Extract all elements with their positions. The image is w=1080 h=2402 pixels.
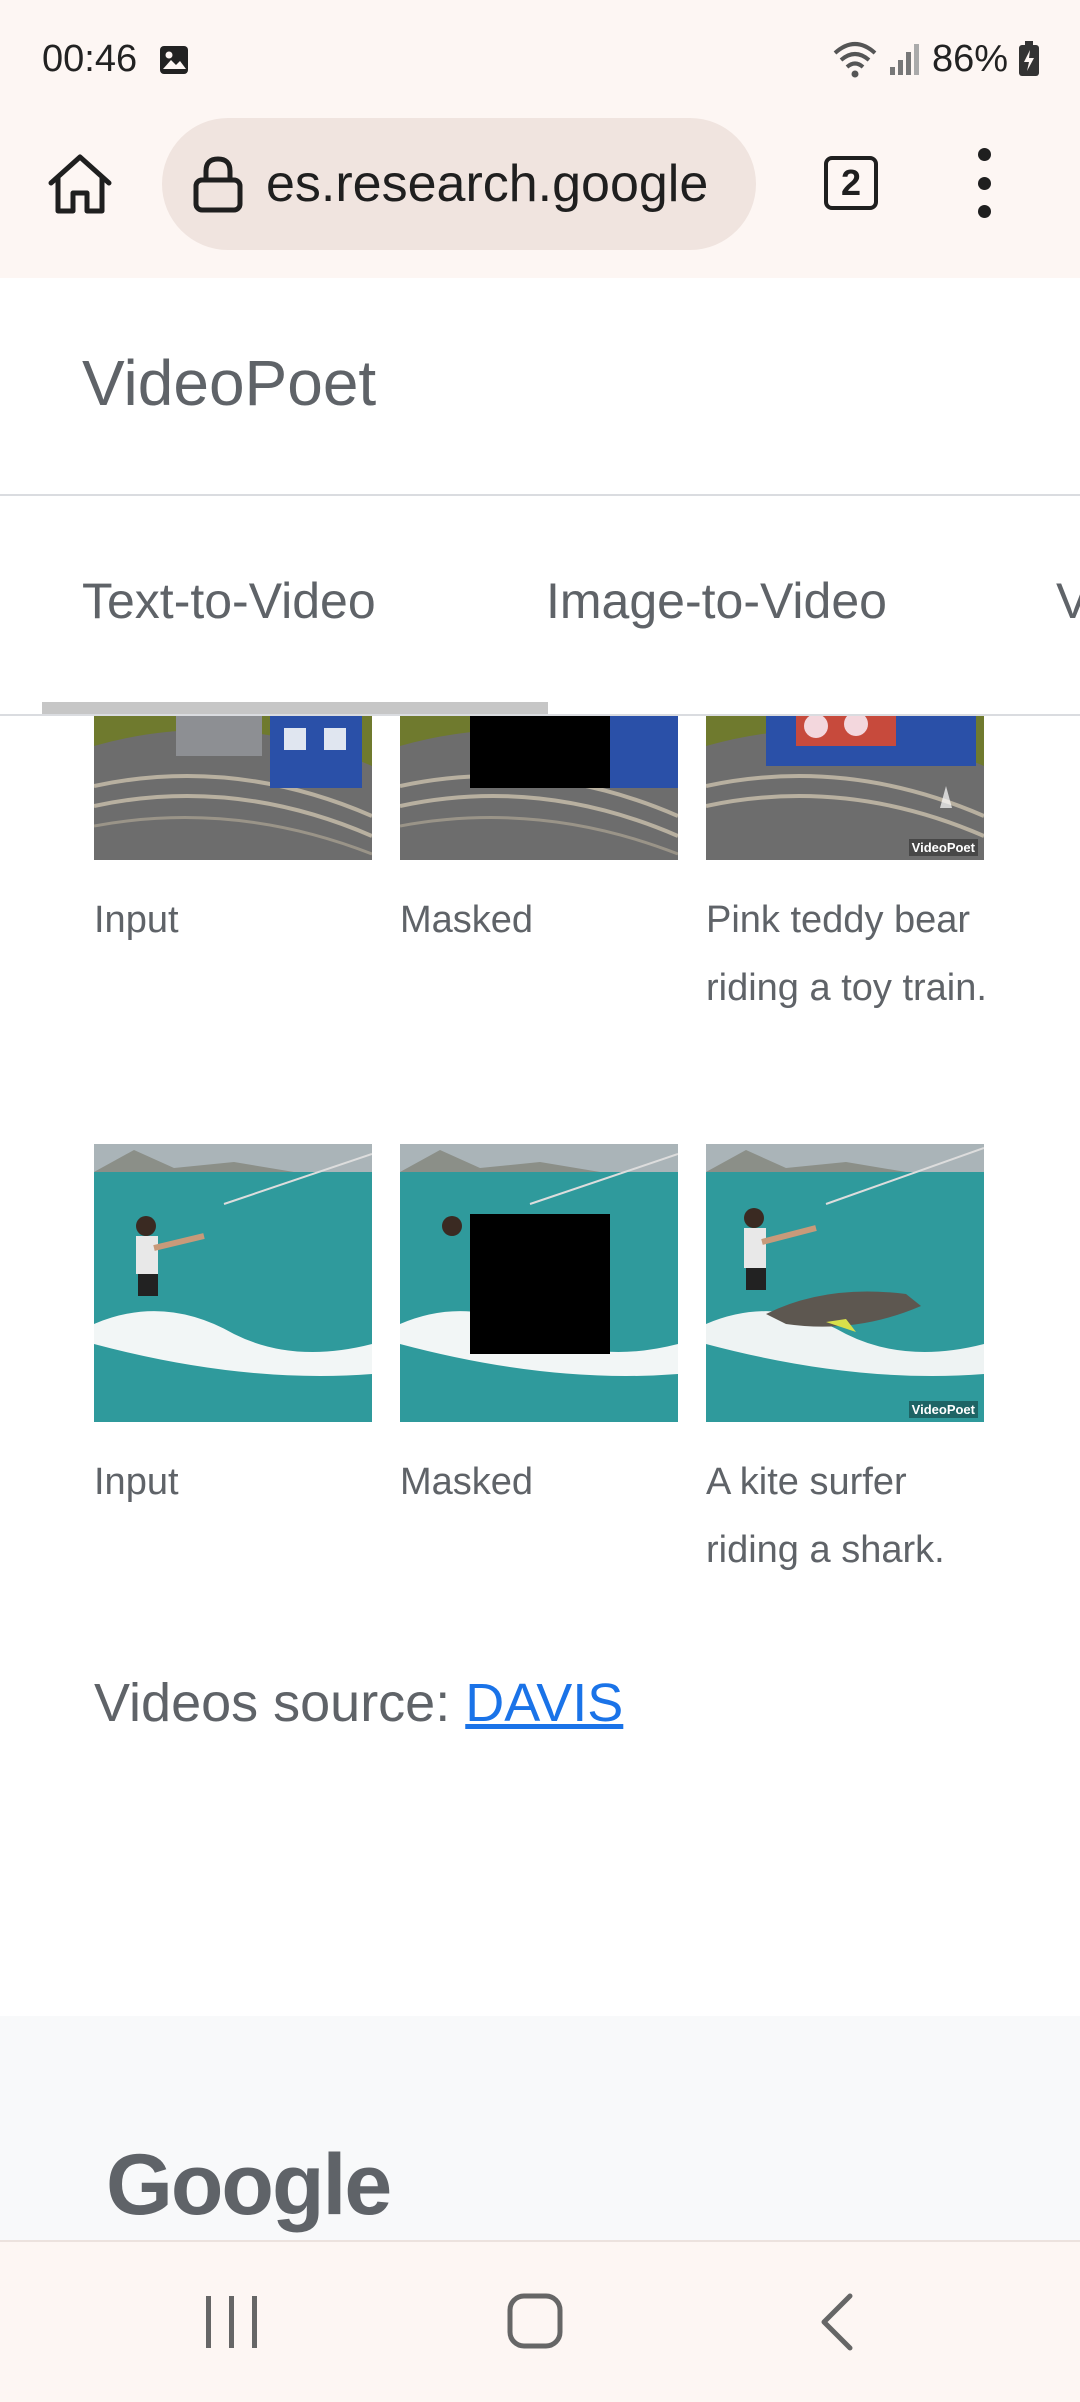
status-icons: 86% xyxy=(832,36,1040,82)
tab-switcher-button[interactable]: 2 xyxy=(818,150,884,216)
video-thumbnail-output-kitesurf-shark[interactable]: VideoPoet xyxy=(706,1144,984,1422)
videopoet-watermark: VideoPoet xyxy=(908,1401,978,1418)
tab-video-partial[interactable]: V xyxy=(1056,572,1080,630)
video-thumbnail-input-kitesurf[interactable] xyxy=(94,1144,372,1422)
caption-prompt: A kite surfer riding a shark. xyxy=(706,1461,945,1571)
video-thumbnail-masked-kitesurf[interactable] xyxy=(400,1144,678,1422)
video-thumbnail-input-train[interactable] xyxy=(94,716,372,860)
davis-link[interactable]: DAVIS xyxy=(465,1673,623,1733)
videos-source: Videos source: DAVIS xyxy=(94,1672,623,1734)
tab-image-to-video[interactable]: Image-to-Video xyxy=(546,572,887,630)
lock-icon[interactable] xyxy=(188,154,248,214)
signal-icon xyxy=(889,44,919,75)
video-thumbnail-masked-train[interactable] xyxy=(400,716,678,860)
battery-charging-icon xyxy=(1019,41,1039,76)
source-label: Videos source: xyxy=(94,1673,451,1733)
system-navigation-bar xyxy=(0,2240,1080,2402)
menu-dot xyxy=(977,205,991,218)
overflow-menu-button[interactable] xyxy=(956,148,1012,218)
site-title[interactable]: VideoPoet xyxy=(82,346,376,420)
url-text[interactable]: es.research.google xyxy=(266,154,708,214)
address-bar[interactable]: es.research.google xyxy=(162,118,756,250)
wifi-icon xyxy=(833,42,877,78)
caption-input: Input xyxy=(94,1461,179,1503)
tab-text-to-video[interactable]: Text-to-Video xyxy=(82,572,376,630)
menu-dot xyxy=(977,148,991,161)
menu-dot xyxy=(977,176,991,190)
home-button[interactable] xyxy=(42,146,118,222)
browser-toolbar: es.research.google 2 xyxy=(0,118,1080,278)
caption-masked: Masked xyxy=(400,899,534,941)
google-logo[interactable]: Google xyxy=(106,2136,392,2235)
videopoet-watermark: VideoPoet xyxy=(908,839,978,856)
page-footer: Google xyxy=(0,2016,1080,2240)
recent-apps-button[interactable] xyxy=(200,2292,264,2352)
caption-prompt: Pink teddy bear riding a toy train. xyxy=(706,899,987,1009)
tab-count: 2 xyxy=(824,156,878,210)
section-tabs: Text-to-Video Image-to-Video V xyxy=(0,496,1080,716)
caption-masked: Masked xyxy=(400,1461,534,1503)
site-header: VideoPoet xyxy=(0,278,1080,496)
home-nav-button[interactable] xyxy=(504,2290,568,2354)
gallery-notification-icon xyxy=(160,46,188,74)
back-button[interactable] xyxy=(814,2290,864,2354)
status-bar: 00:46 86% xyxy=(0,0,1080,118)
caption-input: Input xyxy=(94,899,179,941)
video-thumbnail-output-teddy-train[interactable]: VideoPoet xyxy=(706,716,984,860)
battery-percent: 86% xyxy=(931,37,1008,80)
home-icon xyxy=(48,154,112,214)
active-tab-indicator xyxy=(42,702,548,714)
status-time: 00:46 xyxy=(42,38,138,80)
